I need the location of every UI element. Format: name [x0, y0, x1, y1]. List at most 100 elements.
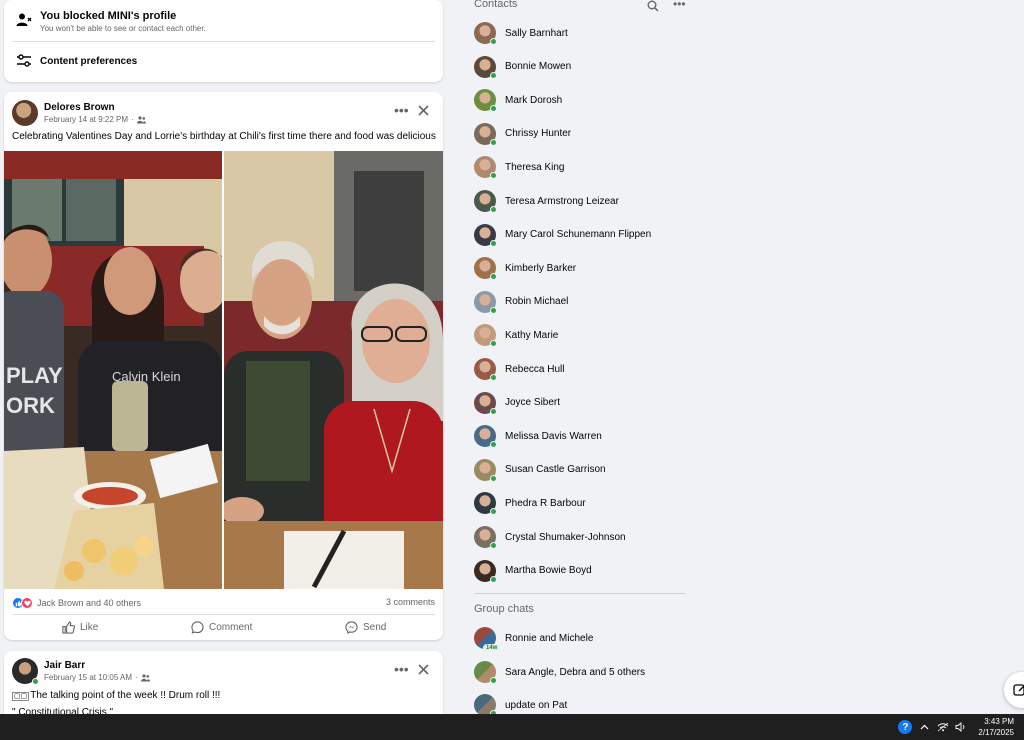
contact-item[interactable]: Kimberly Barker: [474, 254, 686, 282]
close-icon[interactable]: [418, 105, 429, 116]
post-date[interactable]: February 15 at 10:05 AM: [44, 673, 132, 682]
blocked-profile-row[interactable]: You blocked MINI's profile You won't be …: [16, 10, 206, 33]
contact-item[interactable]: Susan Castle Garrison: [474, 456, 686, 484]
comment-button[interactable]: Comment: [191, 621, 252, 634]
contact-name: Martha Bowie Boyd: [505, 565, 592, 577]
author-avatar[interactable]: [12, 100, 38, 126]
contact-item[interactable]: Martha Bowie Boyd: [474, 557, 686, 585]
contact-name: Mary Carol Schunemann Flippen: [505, 229, 652, 241]
close-icon[interactable]: [418, 664, 429, 675]
contact-name: Crystal Shumaker-Johnson: [505, 531, 626, 543]
like-button[interactable]: Like: [62, 621, 98, 634]
group-chat-item[interactable]: Sara Angle, Debra and 5 others: [474, 658, 686, 686]
group-avatar: 14w: [474, 627, 501, 652]
online-status-dot: [490, 677, 497, 684]
contact-name: Melissa Davis Warren: [505, 430, 602, 442]
contact-avatar: [474, 526, 497, 549]
post-card: Delores Brown February 14 at 9:22 PM · •…: [4, 92, 443, 640]
more-options-icon[interactable]: •••: [394, 103, 409, 117]
volume-icon[interactable]: [955, 722, 966, 732]
compose-icon: [1013, 684, 1024, 696]
group-chat-name: Sara Angle, Debra and 5 others: [505, 666, 646, 678]
contact-item[interactable]: Mark Dorosh: [474, 86, 686, 114]
contact-item[interactable]: Phedra R Barbour: [474, 489, 686, 517]
post-photo-right[interactable]: [224, 151, 443, 589]
reactions-text: Jack Brown and 40 others: [37, 598, 142, 608]
group-chat-name: update on Pat: [505, 699, 568, 711]
comments-count[interactable]: 3 comments: [386, 597, 435, 607]
contact-avatar: [474, 223, 497, 247]
post-text: Celebrating Valentines Day and Lorrie's …: [12, 131, 436, 142]
content-preferences-row[interactable]: Content preferences: [16, 53, 137, 69]
contact-item[interactable]: Melissa Davis Warren: [474, 422, 686, 450]
blocked-profile-card: You blocked MINI's profile You won't be …: [4, 0, 443, 82]
contact-avatar: [474, 22, 497, 45]
friends-audience-icon: [140, 673, 150, 681]
contact-avatar: [474, 89, 497, 113]
contact-avatar: [474, 55, 497, 79]
contact-name: Sally Barnhart: [505, 27, 568, 39]
restaurant-photo-right: [224, 151, 443, 589]
help-icon[interactable]: ?: [898, 720, 913, 734]
contact-item[interactable]: Mary Carol Schunemann Flippen: [474, 221, 686, 249]
online-status-dot: [490, 407, 497, 415]
online-status-dot: [490, 374, 497, 381]
online-status-dot: [490, 71, 497, 79]
chevron-up-icon[interactable]: [920, 724, 929, 730]
contact-avatar: [474, 425, 497, 449]
search-icon[interactable]: [647, 0, 659, 12]
author-avatar[interactable]: [12, 658, 39, 685]
online-status-dot: [490, 206, 497, 213]
contact-item[interactable]: Chrissy Hunter: [474, 120, 686, 148]
online-status-dot: [490, 340, 497, 348]
more-options-icon[interactable]: •••: [673, 0, 686, 11]
reactions-summary[interactable]: Jack Brown and 40 others: [12, 597, 141, 609]
contact-item[interactable]: Crystal Shumaker-Johnson: [474, 523, 686, 551]
divider: [12, 614, 435, 615]
more-options-icon[interactable]: •••: [394, 662, 409, 676]
restaurant-photo-left: PLAY ORK Calvin Klein: [4, 151, 222, 589]
contact-item[interactable]: Robin Michael: [474, 288, 686, 316]
contact-item[interactable]: Kathy Marie: [474, 321, 686, 349]
online-status-dot: [32, 678, 39, 685]
contact-name: Theresa King: [505, 161, 565, 173]
post-date[interactable]: February 14 at 9:22 PM: [44, 115, 128, 124]
divider: [12, 41, 435, 42]
online-status-dot: [490, 542, 497, 549]
contact-item[interactable]: Bonnie Mowen: [474, 53, 686, 81]
online-status-dot: [490, 239, 497, 247]
contact-name: Robin Michael: [505, 296, 569, 308]
blocked-subtitle: You won't be able to see or contact each…: [40, 24, 206, 33]
taskbar-clock[interactable]: 3:43 PM 2/17/2025: [978, 716, 1014, 738]
contact-item[interactable]: Teresa Armstrong Leizear: [474, 187, 686, 215]
post-header: Delores Brown February 14 at 9:22 PM ·: [12, 100, 146, 126]
online-status-dot: [490, 172, 497, 180]
contact-avatar: [474, 290, 497, 314]
group-chat-item[interactable]: 14w Ronnie and Michele: [474, 624, 686, 652]
contact-avatar: [474, 492, 497, 516]
post-photo-left[interactable]: PLAY ORK Calvin Klein: [4, 151, 222, 589]
send-button[interactable]: Send: [345, 621, 386, 634]
clock-date: 2/17/2025: [978, 728, 1014, 737]
contact-item[interactable]: Rebecca Hull: [474, 355, 686, 383]
system-tray: ? 3:43 PM 2/17/2025: [898, 714, 1024, 740]
contact-avatar: [474, 156, 497, 180]
post-card: Jair Barr February 15 at 10:05 AM · ••• …: [4, 651, 443, 721]
contact-item[interactable]: Joyce Sibert: [474, 389, 686, 417]
contact-item[interactable]: Theresa King: [474, 153, 686, 181]
last-active-badge: 14w: [483, 644, 501, 652]
new-message-button[interactable]: [1004, 672, 1024, 708]
contact-name: Phedra R Barbour: [505, 497, 586, 509]
online-status-dot: [490, 474, 497, 482]
group-chats-title: Group chats: [474, 603, 534, 615]
contact-item[interactable]: Sally Barnhart: [474, 19, 686, 47]
post-author[interactable]: Delores Brown: [44, 102, 146, 113]
thumbs-up-icon: [62, 621, 75, 634]
post-author[interactable]: Jair Barr: [44, 660, 150, 671]
content-preferences-label: Content preferences: [40, 55, 138, 67]
contact-avatar: [474, 458, 497, 482]
contact-avatar: [474, 257, 497, 281]
person-blocked-icon: [16, 13, 32, 26]
wifi-icon[interactable]: [937, 722, 949, 732]
online-status-dot: [490, 306, 497, 314]
